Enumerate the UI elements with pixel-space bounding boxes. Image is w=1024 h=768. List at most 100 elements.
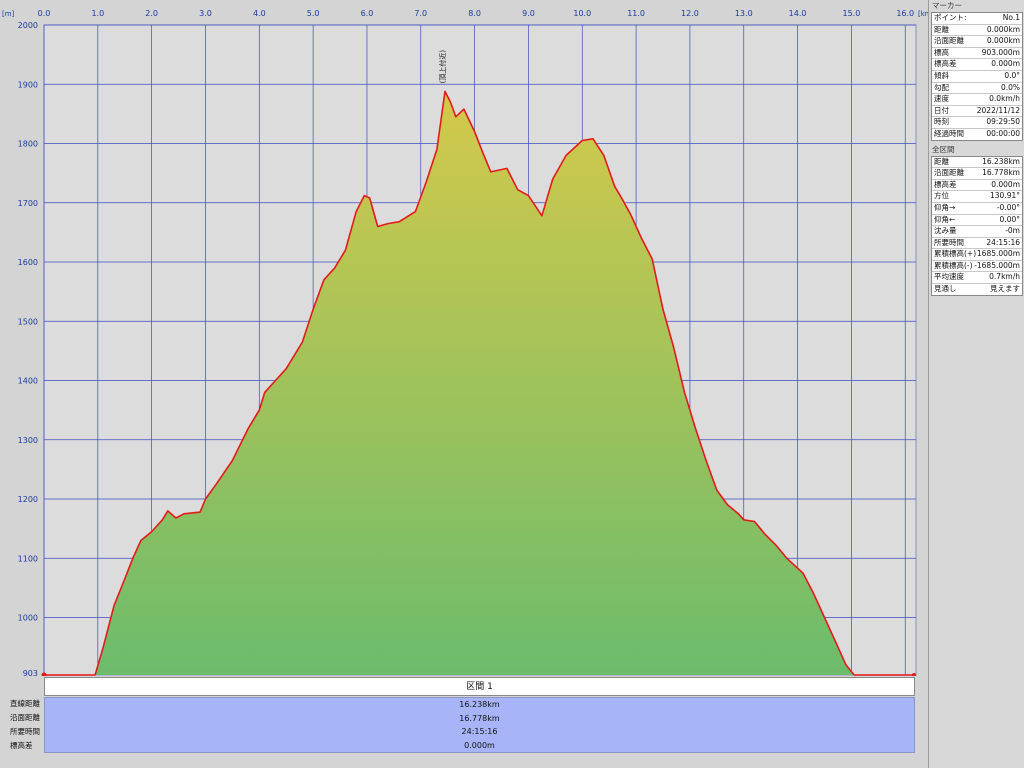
- marker-row-value: No.1: [1002, 13, 1020, 22]
- marker-row-value: 903.000m: [981, 47, 1020, 57]
- y-tick-label: 1300: [18, 436, 38, 445]
- y-tick-label: 1200: [18, 495, 38, 504]
- section-row-label: 平均速度: [934, 272, 964, 282]
- marker-row-label: 勾配: [934, 82, 949, 92]
- summary-value: 0.000m: [464, 740, 495, 750]
- section-row: 累積標高(-) -1685.000m: [932, 261, 1022, 273]
- marker-row: 勾配 0.0%: [932, 83, 1022, 95]
- marker-panel-title: マーカー: [932, 1, 962, 10]
- section-row-value: 0.00°: [999, 214, 1020, 224]
- marker-row-label: 標高: [934, 47, 949, 57]
- section-row: 沿面距離 16.778km: [932, 168, 1022, 180]
- section-row-label: 標高差: [934, 179, 957, 189]
- summary-value: 16.238km: [459, 700, 500, 709]
- section-row-value: 0.7km/h: [989, 272, 1020, 282]
- summary-label: 直線距離: [10, 699, 40, 708]
- x-tick-label: 16.0: [896, 9, 914, 18]
- marker-row-label: 距離: [934, 24, 949, 34]
- section-row: 見通し 見えます: [932, 284, 1022, 295]
- section-tab-label: 区間 1: [466, 682, 493, 692]
- section-row: 距離 16.238km: [932, 157, 1022, 169]
- x-tick-label: 8.0: [468, 9, 481, 18]
- x-tick-label: 5.0: [307, 9, 320, 18]
- summary-labels: 直線距離 沿面距離 所要時間 標高差: [0, 697, 44, 753]
- section-row-value: 見えます: [990, 284, 1020, 294]
- marker-row-value: 0.000km: [986, 36, 1020, 46]
- x-tick-label: 14.0: [789, 9, 807, 18]
- section-panel-title: 全区間: [932, 144, 955, 154]
- marker-row: ポイント: No.1: [932, 13, 1022, 25]
- y-tick-label: 1000: [18, 614, 38, 623]
- section-row-label: 方位: [934, 191, 949, 201]
- section-row: 平均速度 0.7km/h: [932, 272, 1022, 285]
- x-tick-label: 13.0: [735, 9, 753, 18]
- section-row-value: 16.238km: [982, 156, 1020, 166]
- marker-row-label: 沿面距離: [934, 36, 964, 46]
- section-row: 累積標高(+) 1685.000m: [932, 249, 1022, 261]
- x-tick-label: 11.0: [627, 9, 645, 18]
- marker-row-value: 09:29:50: [986, 117, 1020, 127]
- section-row: 所要時間 24:15:16: [932, 238, 1022, 250]
- marker-row-label: 日付: [934, 105, 949, 115]
- x-tick-label: 3.0: [199, 9, 212, 18]
- marker-row-label: 時刻: [934, 117, 949, 127]
- summit-annotation: (頂上付近): [438, 50, 447, 84]
- summary-label: 所要時間: [10, 727, 40, 736]
- section-row-value: 0.000m: [991, 179, 1020, 189]
- marker-row-label: 速度: [934, 94, 949, 104]
- section-row-label: 距離: [934, 156, 949, 166]
- y-tick-label: 1900: [18, 80, 38, 89]
- summary-value: 16.778km: [459, 713, 500, 723]
- x-unit-label: [km]: [918, 10, 928, 18]
- y-tick-label: 1600: [18, 258, 38, 267]
- y-tick-label: 1400: [18, 377, 38, 386]
- section-row: 方位 130.91°: [932, 191, 1022, 203]
- section-row-label: 累積標高(+): [934, 249, 977, 259]
- marker-row-value: 0.0°: [1004, 70, 1020, 80]
- section-row-label: 沈み量: [934, 226, 957, 236]
- section-row-value: 1685.000m: [976, 249, 1020, 259]
- summary-values[interactable]: 16.238km 16.778km 24:15:16 0.000m: [44, 697, 915, 753]
- marker-row: 沿面距離 0.000km: [932, 36, 1022, 48]
- summary-value: 24:15:16: [461, 727, 498, 736]
- marker-row: 時刻 09:29:50: [932, 117, 1022, 129]
- section-tab[interactable]: 区間 1: [44, 677, 915, 696]
- marker-row: 標高 903.000m: [932, 48, 1022, 60]
- marker-row: 距離 0.000km: [932, 25, 1022, 37]
- y-base-label: 903: [23, 669, 38, 676]
- marker-row: 日付 2022/11/12: [932, 106, 1022, 118]
- section-table: 距離 16.238km 沿面距離 16.778km 標高差 0.000m 方位 130.91°…: [931, 155, 1023, 296]
- y-unit-label: [m]: [2, 10, 15, 18]
- section-row-value: -0.00°: [996, 202, 1020, 212]
- y-tick-label: 1700: [18, 199, 38, 208]
- x-tick-label: 0.0: [38, 9, 51, 18]
- summary-label: 沿面距離: [10, 713, 40, 722]
- section-row: 沈み量 -0m: [932, 226, 1022, 238]
- section-row-value: 130.91°: [990, 191, 1020, 201]
- summary-area: 直線距離 沿面距離 所要時間 標高差 16.238km 16.778km 24:15:16…: [0, 697, 916, 753]
- x-tick-label: 12.0: [681, 9, 699, 18]
- section-row-value: 16.778km: [982, 168, 1020, 178]
- section-row-value: 24:15:16: [986, 237, 1020, 247]
- section-row-label: 仰角←: [934, 214, 956, 224]
- marker-row: 速度 0.0km/h: [932, 94, 1022, 106]
- section-row: 仰角← 0.00°: [932, 215, 1022, 227]
- section-row: 仰角→ -0.00°: [932, 203, 1022, 215]
- profile-app: 0.0 1.0 2.0 3.0 4.0 5.0 6.0 7.0 8.0 9.0 10.0 11.0 12…: [0, 0, 1024, 768]
- marker-table: ポイント: No.1 距離 0.000km 沿面距離 0.000km 標高 903.000m 標…: [931, 12, 1023, 141]
- marker-row-value: 2022/11/12: [976, 105, 1020, 115]
- section-row-label: 仰角→: [934, 202, 956, 212]
- marker-row: 標高差 0.000m: [932, 59, 1022, 71]
- marker-row-label: ポイント:: [934, 13, 967, 22]
- x-tick-label: 10.0: [573, 9, 591, 18]
- marker-row-label: 標高差: [934, 59, 957, 69]
- marker-row-value: 0.0%: [1000, 82, 1020, 92]
- y-tick-label: 1100: [18, 554, 38, 563]
- marker-row-label: 経過時間: [934, 128, 964, 138]
- info-sidepanel: マーカー ポイント: No.1 距離 0.000km 沿面距離 0.000km 標高 903.…: [928, 0, 1024, 768]
- elevation-chart[interactable]: 0.0 1.0 2.0 3.0 4.0 5.0 6.0 7.0 8.0 9.0 10.0 11.0 12…: [0, 0, 928, 676]
- section-row-label: 沿面距離: [934, 168, 964, 178]
- marker-row-value: 0.0km/h: [989, 94, 1020, 104]
- x-tick-label: 2.0: [145, 9, 158, 18]
- x-tick-label: 9.0: [522, 9, 535, 18]
